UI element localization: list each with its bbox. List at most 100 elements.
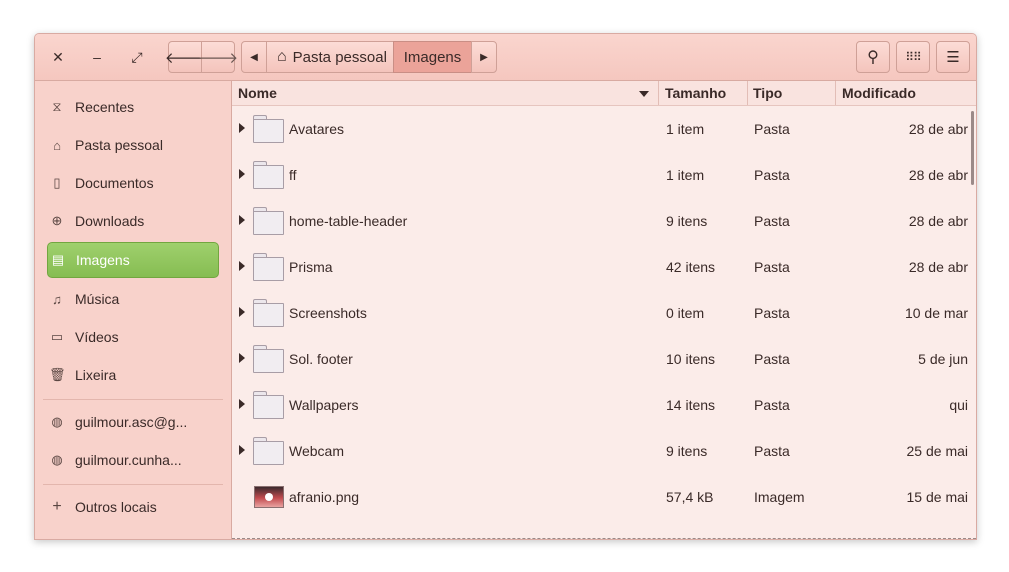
search-icon: ⚲ bbox=[867, 49, 879, 66]
breadcrumb-scroll-right-button[interactable]: ▶ bbox=[471, 41, 497, 73]
sidebar-separator bbox=[43, 484, 223, 485]
sidebar-item-recentes[interactable]: ⧖ Recentes bbox=[47, 89, 219, 125]
column-size[interactable]: Tamanho bbox=[665, 81, 726, 105]
globe-icon: ◍ bbox=[51, 414, 63, 429]
hamburger-menu-icon: ☰ bbox=[946, 49, 960, 66]
folder-icon bbox=[253, 253, 284, 281]
column-divider bbox=[658, 81, 659, 105]
file-row[interactable]: afranio.png 57,4 kB Imagem 15 de mai bbox=[232, 474, 976, 520]
document-icon: ▯ bbox=[53, 175, 61, 190]
close-window-button[interactable]: ✕ bbox=[47, 46, 69, 68]
search-button[interactable]: ⚲ bbox=[856, 41, 890, 73]
header-bar: ✕ – ⤢ 🡐 🡒 ◀ ⌂ Pasta pessoal Imagens ▶ ⚲ … bbox=[35, 34, 976, 81]
breadcrumb-home-label: Pasta pessoal bbox=[292, 48, 387, 66]
minimize-window-button[interactable]: – bbox=[86, 46, 108, 68]
sidebar-item-videos[interactable]: ▭ Vídeos bbox=[47, 319, 219, 355]
folder-icon bbox=[253, 345, 284, 373]
folder-icon bbox=[253, 207, 284, 235]
music-icon: ♫ bbox=[52, 291, 62, 307]
file-name: Sol. footer bbox=[289, 351, 353, 367]
breadcrumb-current[interactable]: Imagens bbox=[393, 41, 472, 73]
expand-arrow-icon[interactable] bbox=[239, 399, 245, 409]
file-row[interactable]: Sol. footer 10 itens Pasta 5 de jun bbox=[232, 336, 976, 382]
folder-icon bbox=[253, 299, 284, 327]
breadcrumb-scroll-left-button[interactable]: ◀ bbox=[241, 41, 267, 73]
file-row[interactable]: Screenshots 0 item Pasta 10 de mar bbox=[232, 290, 976, 336]
sidebar-item-label: Música bbox=[75, 291, 120, 307]
forward-button[interactable]: 🡒 bbox=[197, 41, 239, 73]
sidebar-item-documentos[interactable]: ▯ Documentos bbox=[47, 165, 219, 201]
expand-arrow-icon[interactable] bbox=[239, 215, 245, 225]
file-name: Wallpapers bbox=[289, 397, 359, 413]
file-size: 1 item bbox=[666, 121, 705, 137]
video-icon: ▭ bbox=[50, 329, 64, 344]
back-button[interactable]: 🡐 bbox=[165, 41, 205, 73]
file-name: home-table-header bbox=[289, 213, 408, 229]
sidebar-item-label: Downloads bbox=[75, 213, 145, 229]
breadcrumb-home[interactable]: ⌂ Pasta pessoal bbox=[266, 41, 394, 73]
file-type: Pasta bbox=[754, 443, 790, 459]
file-size: 0 item bbox=[666, 305, 705, 321]
file-size: 42 itens bbox=[666, 259, 716, 275]
sidebar-item-label: Lixeira bbox=[75, 367, 117, 383]
file-modified: 10 de mar bbox=[904, 305, 968, 321]
file-row[interactable]: Wallpapers 14 itens Pasta qui bbox=[232, 382, 976, 428]
sidebar-item-label: Imagens bbox=[76, 252, 130, 268]
sidebar-item-lixeira[interactable]: 🗑 Lixeira bbox=[47, 357, 219, 393]
file-size: 1 item bbox=[666, 167, 705, 183]
folder-icon bbox=[253, 161, 284, 189]
file-list: Nome Tamanho Tipo Modificado Avatares 1 i… bbox=[232, 81, 976, 539]
file-size: 10 itens bbox=[666, 351, 716, 367]
sidebar-item-pasta-pessoal[interactable]: ⌂ Pasta pessoal bbox=[47, 127, 219, 163]
sidebar-item-musica[interactable]: ♫ Música bbox=[47, 281, 219, 317]
file-row[interactable]: Prisma 42 itens Pasta 28 de abr bbox=[232, 244, 976, 290]
file-row[interactable]: ff 1 item Pasta 28 de abr bbox=[232, 152, 976, 198]
file-type: Pasta bbox=[754, 121, 790, 137]
expand-arrow-icon[interactable] bbox=[239, 445, 245, 455]
column-divider bbox=[747, 81, 748, 105]
expand-arrow-icon[interactable] bbox=[239, 261, 245, 271]
sidebar-item-network-1[interactable]: ◍ guilmour.asc@g... bbox=[47, 404, 219, 440]
sidebar-item-network-2[interactable]: ◍ guilmour.cunha... bbox=[47, 442, 219, 478]
file-modified: 28 de abr bbox=[908, 259, 968, 275]
file-name: Webcam bbox=[289, 443, 344, 459]
file-row[interactable]: Avatares 1 item Pasta 28 de abr bbox=[232, 106, 976, 152]
list-bottom-edge bbox=[232, 538, 976, 539]
folder-icon bbox=[253, 391, 284, 419]
breadcrumb-current-label: Imagens bbox=[403, 48, 462, 66]
file-modified: 28 de abr bbox=[908, 213, 968, 229]
menu-button[interactable]: ☰ bbox=[936, 41, 970, 73]
sidebar-item-label: guilmour.cunha... bbox=[75, 452, 182, 468]
file-row[interactable]: home-table-header 9 itens Pasta 28 de abr bbox=[232, 198, 976, 244]
sidebar-item-label: Vídeos bbox=[75, 329, 119, 345]
image-thumbnail-icon bbox=[254, 486, 284, 508]
maximize-window-button[interactable]: ⤢ bbox=[126, 46, 148, 68]
sidebar-item-label: Outros locais bbox=[75, 499, 157, 515]
sidebar-item-label: Recentes bbox=[75, 99, 135, 115]
globe-icon: ◍ bbox=[51, 452, 63, 467]
file-type: Pasta bbox=[754, 213, 790, 229]
file-row[interactable]: Webcam 9 itens Pasta 25 de mai bbox=[232, 428, 976, 474]
sidebar-item-imagens[interactable]: ▤ Imagens bbox=[47, 242, 219, 278]
sidebar-item-outros-locais[interactable]: + Outros locais bbox=[47, 489, 219, 525]
sidebar-item-label: Pasta pessoal bbox=[75, 137, 163, 153]
arrow-right-icon: 🡒 bbox=[197, 49, 239, 67]
expand-arrow-icon[interactable] bbox=[239, 123, 245, 133]
scrollbar-thumb[interactable] bbox=[971, 111, 974, 185]
sidebar-item-label: guilmour.asc@g... bbox=[75, 414, 188, 430]
column-name[interactable]: Nome bbox=[238, 81, 277, 105]
clock-icon: ⧖ bbox=[52, 99, 62, 114]
expand-arrow-icon[interactable] bbox=[239, 307, 245, 317]
sidebar-item-downloads[interactable]: ⊕ Downloads bbox=[47, 203, 219, 239]
sort-descending-icon[interactable] bbox=[639, 91, 649, 97]
expand-arrow-icon[interactable] bbox=[239, 169, 245, 179]
file-size: 57,4 kB bbox=[666, 489, 714, 505]
column-modified[interactable]: Modificado bbox=[842, 81, 916, 105]
file-type: Pasta bbox=[754, 351, 790, 367]
expand-arrow-icon[interactable] bbox=[239, 353, 245, 363]
file-name: Avatares bbox=[289, 121, 344, 137]
view-mode-button[interactable]: ⠿⠿ bbox=[896, 41, 930, 73]
file-size: 9 itens bbox=[666, 443, 708, 459]
column-type[interactable]: Tipo bbox=[753, 81, 782, 105]
caret-right-icon: ▶ bbox=[480, 51, 488, 63]
